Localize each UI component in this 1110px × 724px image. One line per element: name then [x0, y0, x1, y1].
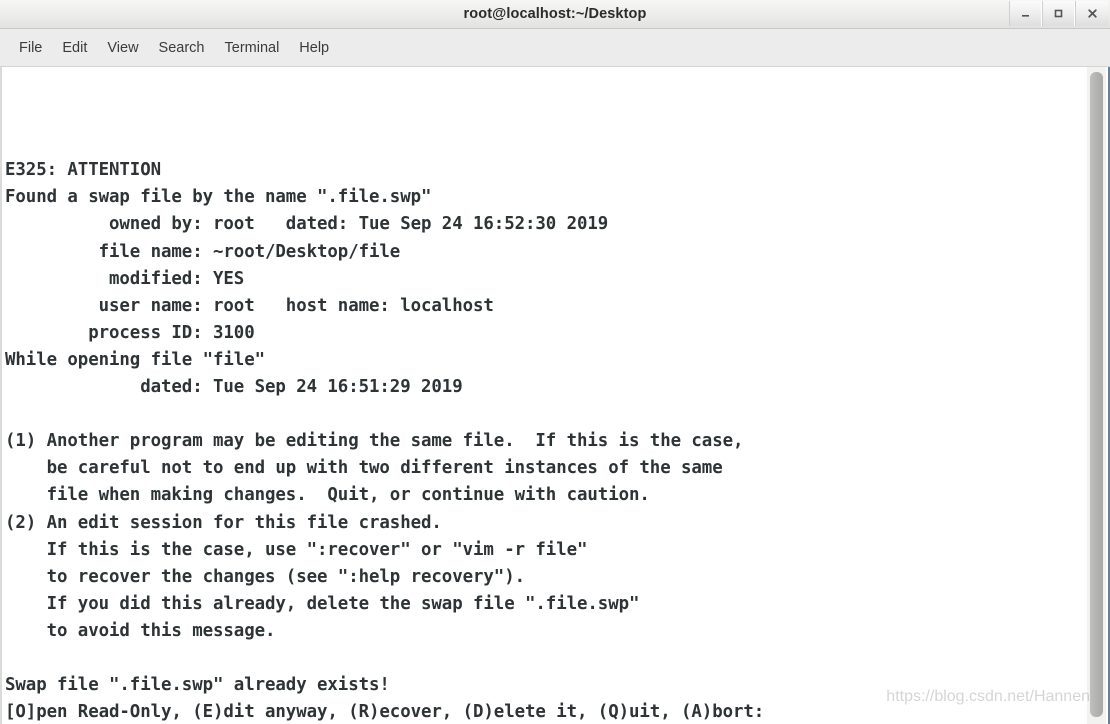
vertical-scrollbar[interactable]: [1087, 67, 1106, 724]
menu-bar: File Edit View Search Terminal Help: [0, 29, 1110, 67]
minimize-button[interactable]: [1009, 1, 1042, 26]
menu-item-view[interactable]: View: [97, 36, 148, 60]
scrollbar-thumb[interactable]: [1090, 72, 1103, 717]
title-bar[interactable]: root@localhost:~/Desktop: [0, 0, 1110, 29]
terminal-output-text: E325: ATTENTION Found a swap file by the…: [5, 160, 765, 723]
terminal-output-area[interactable]: E325: ATTENTION Found a swap file by the…: [2, 67, 1089, 724]
menu-item-edit[interactable]: Edit: [52, 36, 97, 60]
terminal-frame: E325: ATTENTION Found a swap file by the…: [0, 67, 1110, 724]
menu-item-help[interactable]: Help: [289, 36, 339, 60]
menu-item-file[interactable]: File: [9, 36, 52, 60]
menu-item-terminal[interactable]: Terminal: [215, 36, 290, 60]
menu-item-search[interactable]: Search: [149, 36, 215, 60]
maximize-button[interactable]: [1042, 1, 1075, 26]
window-title: root@localhost:~/Desktop: [463, 6, 647, 22]
window-controls: [1009, 1, 1108, 27]
terminal-window: root@localhost:~/Desktop File Edit View: [0, 0, 1110, 724]
close-button[interactable]: [1075, 1, 1108, 26]
